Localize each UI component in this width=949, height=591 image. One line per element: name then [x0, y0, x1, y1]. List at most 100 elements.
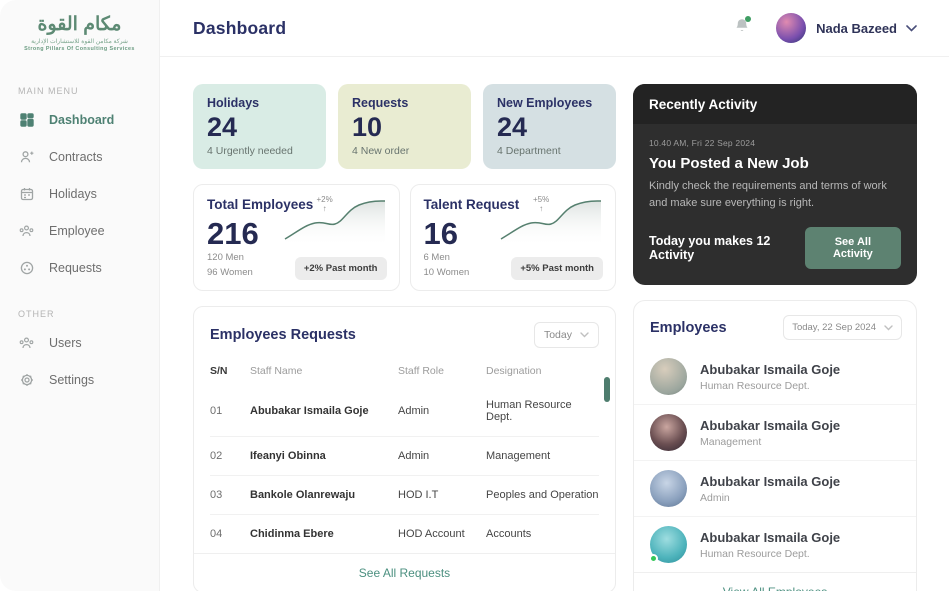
- employee-avatar: [650, 470, 687, 507]
- employee-name: Abubakar Ismaila Goje: [700, 362, 840, 377]
- logo-arabic-title: مكام القوة: [17, 14, 143, 36]
- sidebar-item-label: Holidays: [49, 187, 97, 201]
- stat-caption: 4 New order: [352, 145, 457, 157]
- notifications-button[interactable]: [734, 17, 750, 39]
- table-header-bar: Employees Requests Today: [194, 307, 615, 357]
- stat-card-requests[interactable]: Requests 10 4 New order: [338, 84, 471, 169]
- employee-list-item[interactable]: Abubakar Ismaila Goje Human Resource Dep…: [634, 349, 916, 404]
- sidebar-item-requests[interactable]: Requests: [0, 250, 159, 287]
- user-avatar[interactable]: [776, 13, 806, 43]
- stat-title: Holidays: [207, 96, 312, 110]
- employee-name: Abubakar Ismaila Goje: [700, 530, 840, 545]
- table-column-headers: S/N Staff Name Staff Role Designation: [210, 357, 599, 386]
- column-header-designation: Designation: [486, 365, 599, 377]
- requests-wheel-icon: [19, 261, 34, 276]
- sparkline-trend-note: +2% ↑: [317, 196, 333, 214]
- recently-activity-card: Recently Activity 10.40 AM, Fri 22 Sep 2…: [633, 84, 917, 285]
- employee-avatar: [650, 358, 687, 395]
- stat-title: Requests: [352, 96, 457, 110]
- employee-avatar: [650, 414, 687, 451]
- employee-list-item[interactable]: Abubakar Ismaila Goje Admin: [634, 460, 916, 516]
- stat-card-holidays[interactable]: Holidays 24 4 Urgently needed: [193, 84, 326, 169]
- employee-list-item[interactable]: Abubakar Ismaila Goje Human Resource Dep…: [634, 516, 916, 572]
- table-row[interactable]: 01 Abubakar Ismaila Goje Admin Human Res…: [210, 386, 599, 436]
- online-status-dot: [649, 554, 658, 563]
- filter-value: Today: [544, 329, 572, 341]
- stat-card-new-employees[interactable]: New Employees 24 4 Department: [483, 84, 616, 169]
- employees-title: Employees: [650, 320, 727, 336]
- view-all-employees-link[interactable]: View All Employees: [634, 572, 916, 591]
- company-logo: مكام القوة شركة مكامن القوة للاستشارات ا…: [17, 14, 143, 52]
- sidebar-item-dashboard[interactable]: Dashboard: [0, 102, 159, 139]
- activity-headline: You Posted a New Job: [649, 155, 901, 172]
- main-content: Holidays 24 4 Urgently needed Requests 1…: [160, 57, 949, 591]
- stat-value: 24: [207, 113, 312, 141]
- employee-list-item[interactable]: Abubakar Ismaila Goje Management: [634, 404, 916, 460]
- employees-panel-header: Employees Today, 22 Sep 2024: [634, 301, 916, 349]
- metric-cards-row: Total Employees 216 +2% ↑: [193, 184, 616, 291]
- sidebar-item-users[interactable]: Users: [0, 325, 159, 362]
- sidebar-item-holidays[interactable]: Holidays: [0, 176, 159, 213]
- gear-icon: [19, 373, 34, 388]
- stat-title: New Employees: [497, 96, 602, 110]
- trend-badge: +2% Past month: [295, 257, 387, 280]
- activity-body: 10.40 AM, Fri 22 Sep 2024 You Posted a N…: [633, 124, 917, 285]
- chevron-down-icon: [884, 325, 893, 331]
- stat-cards-row: Holidays 24 4 Urgently needed Requests 1…: [193, 84, 616, 169]
- users-group-icon: [19, 336, 34, 351]
- sidebar-item-contracts[interactable]: Contracts: [0, 139, 159, 176]
- employees-panel: Employees Today, 22 Sep 2024 Abubakar Is…: [633, 300, 917, 591]
- contracts-person-add-icon: [19, 150, 34, 165]
- employees-date-dropdown[interactable]: Today, 22 Sep 2024: [783, 315, 902, 340]
- calendar-icon: [19, 187, 34, 202]
- sidebar-item-label: Users: [49, 336, 82, 350]
- talent-sparkline: +5% ↑: [499, 195, 603, 247]
- user-name: Nada Bazeed: [816, 21, 897, 36]
- dashboard-app: مكام القوة شركة مكامن القوة للاستشارات ا…: [0, 0, 949, 591]
- notification-dot: [745, 16, 751, 22]
- employees-sparkline: +2% ↑: [283, 195, 387, 247]
- stat-value: 10: [352, 113, 457, 141]
- table-filter-dropdown[interactable]: Today: [534, 322, 599, 348]
- employee-name: Abubakar Ismaila Goje: [700, 418, 840, 433]
- main-menu-label: MAIN MENU: [18, 86, 159, 96]
- talent-request-card[interactable]: Talent Request 16 +5% ↑: [410, 184, 617, 291]
- stat-value: 24: [497, 113, 602, 141]
- metric-bottom-row: 120 Men 96 Women +2% Past month: [207, 250, 387, 280]
- metric-bottom-row: 6 Men 10 Women +5% Past month: [424, 250, 604, 280]
- table-row[interactable]: 04 Chidinma Ebere HOD Account Accounts: [210, 514, 599, 553]
- sidebar-item-label: Dashboard: [49, 113, 114, 127]
- dashboard-grid-icon: [19, 113, 34, 128]
- logo-english-subtitle: Strong Pillars Of Consulting Services: [17, 46, 143, 52]
- other-menu-label: OTHER: [18, 309, 159, 319]
- date-filter-value: Today, 22 Sep 2024: [792, 322, 876, 333]
- employee-avatar: [650, 526, 687, 563]
- sidebar-item-employee[interactable]: Employee: [0, 213, 159, 250]
- gender-breakdown: 120 Men 96 Women: [207, 250, 253, 280]
- trend-badge: +5% Past month: [511, 257, 603, 280]
- chevron-down-icon[interactable]: [906, 25, 917, 32]
- top-header: Dashboard Nada Bazeed: [160, 0, 949, 57]
- sidebar-item-label: Contracts: [49, 150, 103, 164]
- chevron-down-icon: [580, 332, 589, 338]
- table-title: Employees Requests: [210, 327, 356, 343]
- stat-caption: 4 Urgently needed: [207, 145, 312, 157]
- see-all-requests-link[interactable]: See All Requests: [194, 553, 615, 591]
- left-column: Holidays 24 4 Urgently needed Requests 1…: [193, 84, 616, 591]
- activity-footer: Today you makes 12 Activity See All Acti…: [649, 227, 901, 269]
- employees-requests-card: Employees Requests Today S/N Staff Name …: [193, 306, 616, 591]
- total-employees-card[interactable]: Total Employees 216 +2% ↑: [193, 184, 400, 291]
- table-row[interactable]: 03 Bankole Olanrewaju HOD I.T Peoples an…: [210, 475, 599, 514]
- column-header-sn: S/N: [210, 365, 250, 377]
- table-row[interactable]: 02 Ifeanyi Obinna Admin Management: [210, 436, 599, 475]
- sidebar-item-settings[interactable]: Settings: [0, 362, 159, 399]
- stat-caption: 4 Department: [497, 145, 602, 157]
- sidebar-item-label: Settings: [49, 373, 94, 387]
- table-scrollbar[interactable]: [604, 377, 610, 402]
- logo-arabic-subtitle: شركة مكامن القوة للاستشارات الإدارية: [17, 38, 143, 45]
- see-all-activity-button[interactable]: See All Activity: [805, 227, 901, 269]
- employee-role: Human Resource Dept.: [700, 380, 840, 392]
- column-header-staff-role: Staff Role: [398, 365, 486, 377]
- sparkline-trend-note: +5% ↑: [533, 196, 549, 214]
- activity-description: Kindly check the requirements and terms …: [649, 178, 889, 211]
